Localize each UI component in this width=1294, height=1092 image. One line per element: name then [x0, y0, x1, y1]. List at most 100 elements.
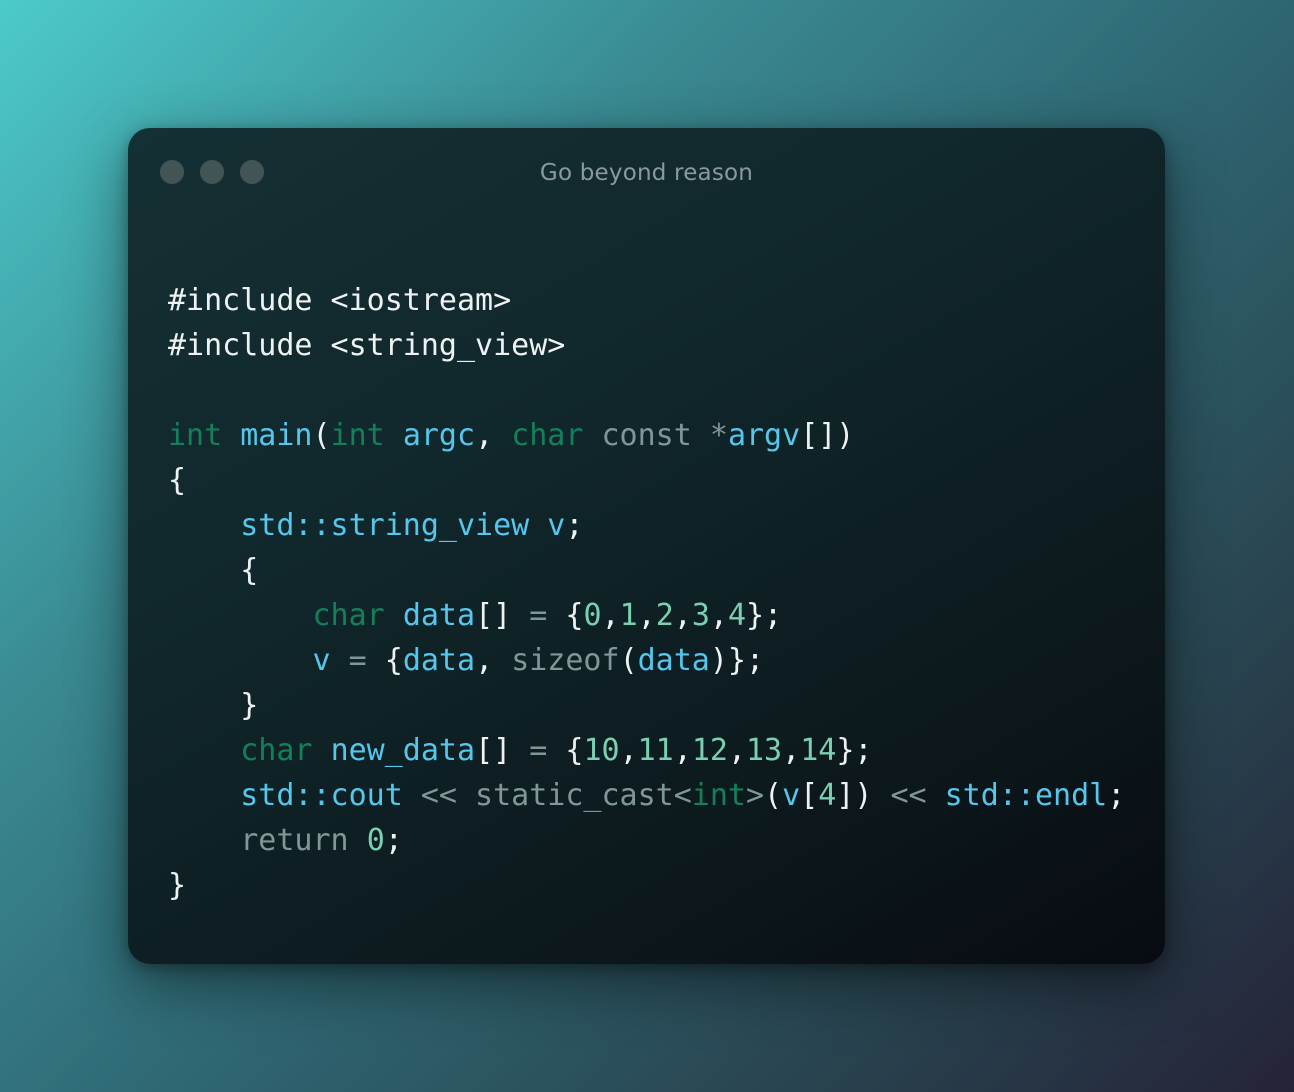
code-token: return — [240, 823, 349, 858]
code-line: #include <iostream> — [168, 278, 1125, 323]
code-token: sizeof — [511, 643, 620, 678]
code-token: #include <iostream> — [168, 283, 512, 318]
code-line: return 0; — [168, 818, 1125, 863]
code-token: , — [637, 598, 656, 633]
code-line: } — [168, 683, 1125, 728]
code-token: 12 — [691, 733, 728, 768]
code-token: ; — [1107, 778, 1126, 813]
code-token: ; — [384, 823, 403, 858]
code-token: ; — [565, 508, 584, 543]
code-token: char — [312, 598, 385, 633]
code-token: << — [890, 778, 927, 813]
code-token: 10 — [583, 733, 620, 768]
code-token: , — [673, 598, 692, 633]
code-token: 4 — [818, 778, 837, 813]
code-token: }; — [746, 598, 783, 633]
code-token: data — [637, 643, 710, 678]
code-token: }; — [836, 733, 873, 768]
code-line: { — [168, 548, 1125, 593]
code-token: << static_cast< — [402, 778, 692, 813]
code-token: #include <string_view> — [168, 328, 566, 363]
code-token: ( — [312, 418, 331, 453]
code-token: 14 — [800, 733, 837, 768]
code-token: ( — [764, 778, 783, 813]
code-token: { — [547, 598, 584, 633]
code-line: { — [168, 458, 1125, 503]
code-token: argc — [402, 418, 476, 453]
code-line: char data[] = {0,1,2,3,4}; — [168, 593, 1125, 638]
code-token: 2 — [655, 598, 674, 633]
code-token: 13 — [746, 733, 783, 768]
code-token: )}; — [709, 643, 765, 678]
code-token: [] — [475, 598, 530, 633]
code-token: [ — [800, 778, 819, 813]
code-window: Go beyond reason #include <iostream> #inc… — [128, 128, 1165, 964]
code-token: data — [402, 643, 476, 678]
code-token: , — [673, 733, 692, 768]
code-block: #include <iostream> #include <string_view… — [168, 278, 1125, 908]
code-token: ]) — [836, 778, 891, 813]
code-token: , — [709, 598, 728, 633]
code-token: std::cout — [240, 778, 403, 813]
code-token: } — [168, 688, 259, 723]
code-line: } — [168, 863, 1125, 908]
code-token: char — [511, 418, 584, 453]
code-token: std::endl — [944, 778, 1108, 813]
code-token: > — [745, 778, 765, 813]
code-line: std::string_view v; — [168, 503, 1125, 548]
code-token: int — [168, 418, 223, 453]
code-token: 0 — [583, 598, 602, 633]
code-token: argv — [727, 418, 801, 453]
code-token: } — [168, 868, 187, 903]
code-token: { — [384, 643, 403, 678]
code-line: #include <string_view> — [168, 323, 1125, 368]
code-token: [] — [475, 733, 530, 768]
code-token: , — [475, 643, 512, 678]
code-token: v — [312, 643, 331, 678]
code-token: const * — [583, 418, 728, 453]
code-line: char new_data[] = {10,11,12,13,14}; — [168, 728, 1125, 773]
code-token: data — [402, 598, 476, 633]
code-token: 3 — [691, 598, 710, 633]
code-token: , — [601, 598, 620, 633]
code-token: = — [529, 598, 548, 633]
code-token: int — [330, 418, 385, 453]
window-titlebar: Go beyond reason — [128, 128, 1165, 218]
code-token: , — [727, 733, 746, 768]
code-token: 1 — [619, 598, 638, 633]
code-token: , — [782, 733, 801, 768]
code-token: std::string_view v — [240, 508, 566, 543]
code-token: 4 — [727, 598, 746, 633]
code-token: = — [330, 643, 385, 678]
code-token: v — [782, 778, 801, 813]
code-token: { — [168, 463, 187, 498]
code-token: 11 — [637, 733, 674, 768]
code-token: new_data — [330, 733, 476, 768]
code-token: int — [691, 778, 746, 813]
code-line: int main(int argc, char const *argv[]) — [168, 413, 1125, 458]
code-token: { — [547, 733, 584, 768]
window-title: Go beyond reason — [539, 160, 754, 186]
code-token: main — [240, 418, 313, 453]
code-token: ( — [619, 643, 638, 678]
code-line: std::cout << static_cast<int>(v[4]) << s… — [168, 773, 1125, 818]
code-token: char — [240, 733, 313, 768]
code-token: []) — [800, 418, 855, 453]
code-token: { — [168, 553, 259, 588]
code-line: v = {data, sizeof(data)}; — [168, 638, 1125, 683]
code-token: 0 — [366, 823, 385, 858]
code-token: , — [619, 733, 638, 768]
code-token: = — [529, 733, 548, 768]
